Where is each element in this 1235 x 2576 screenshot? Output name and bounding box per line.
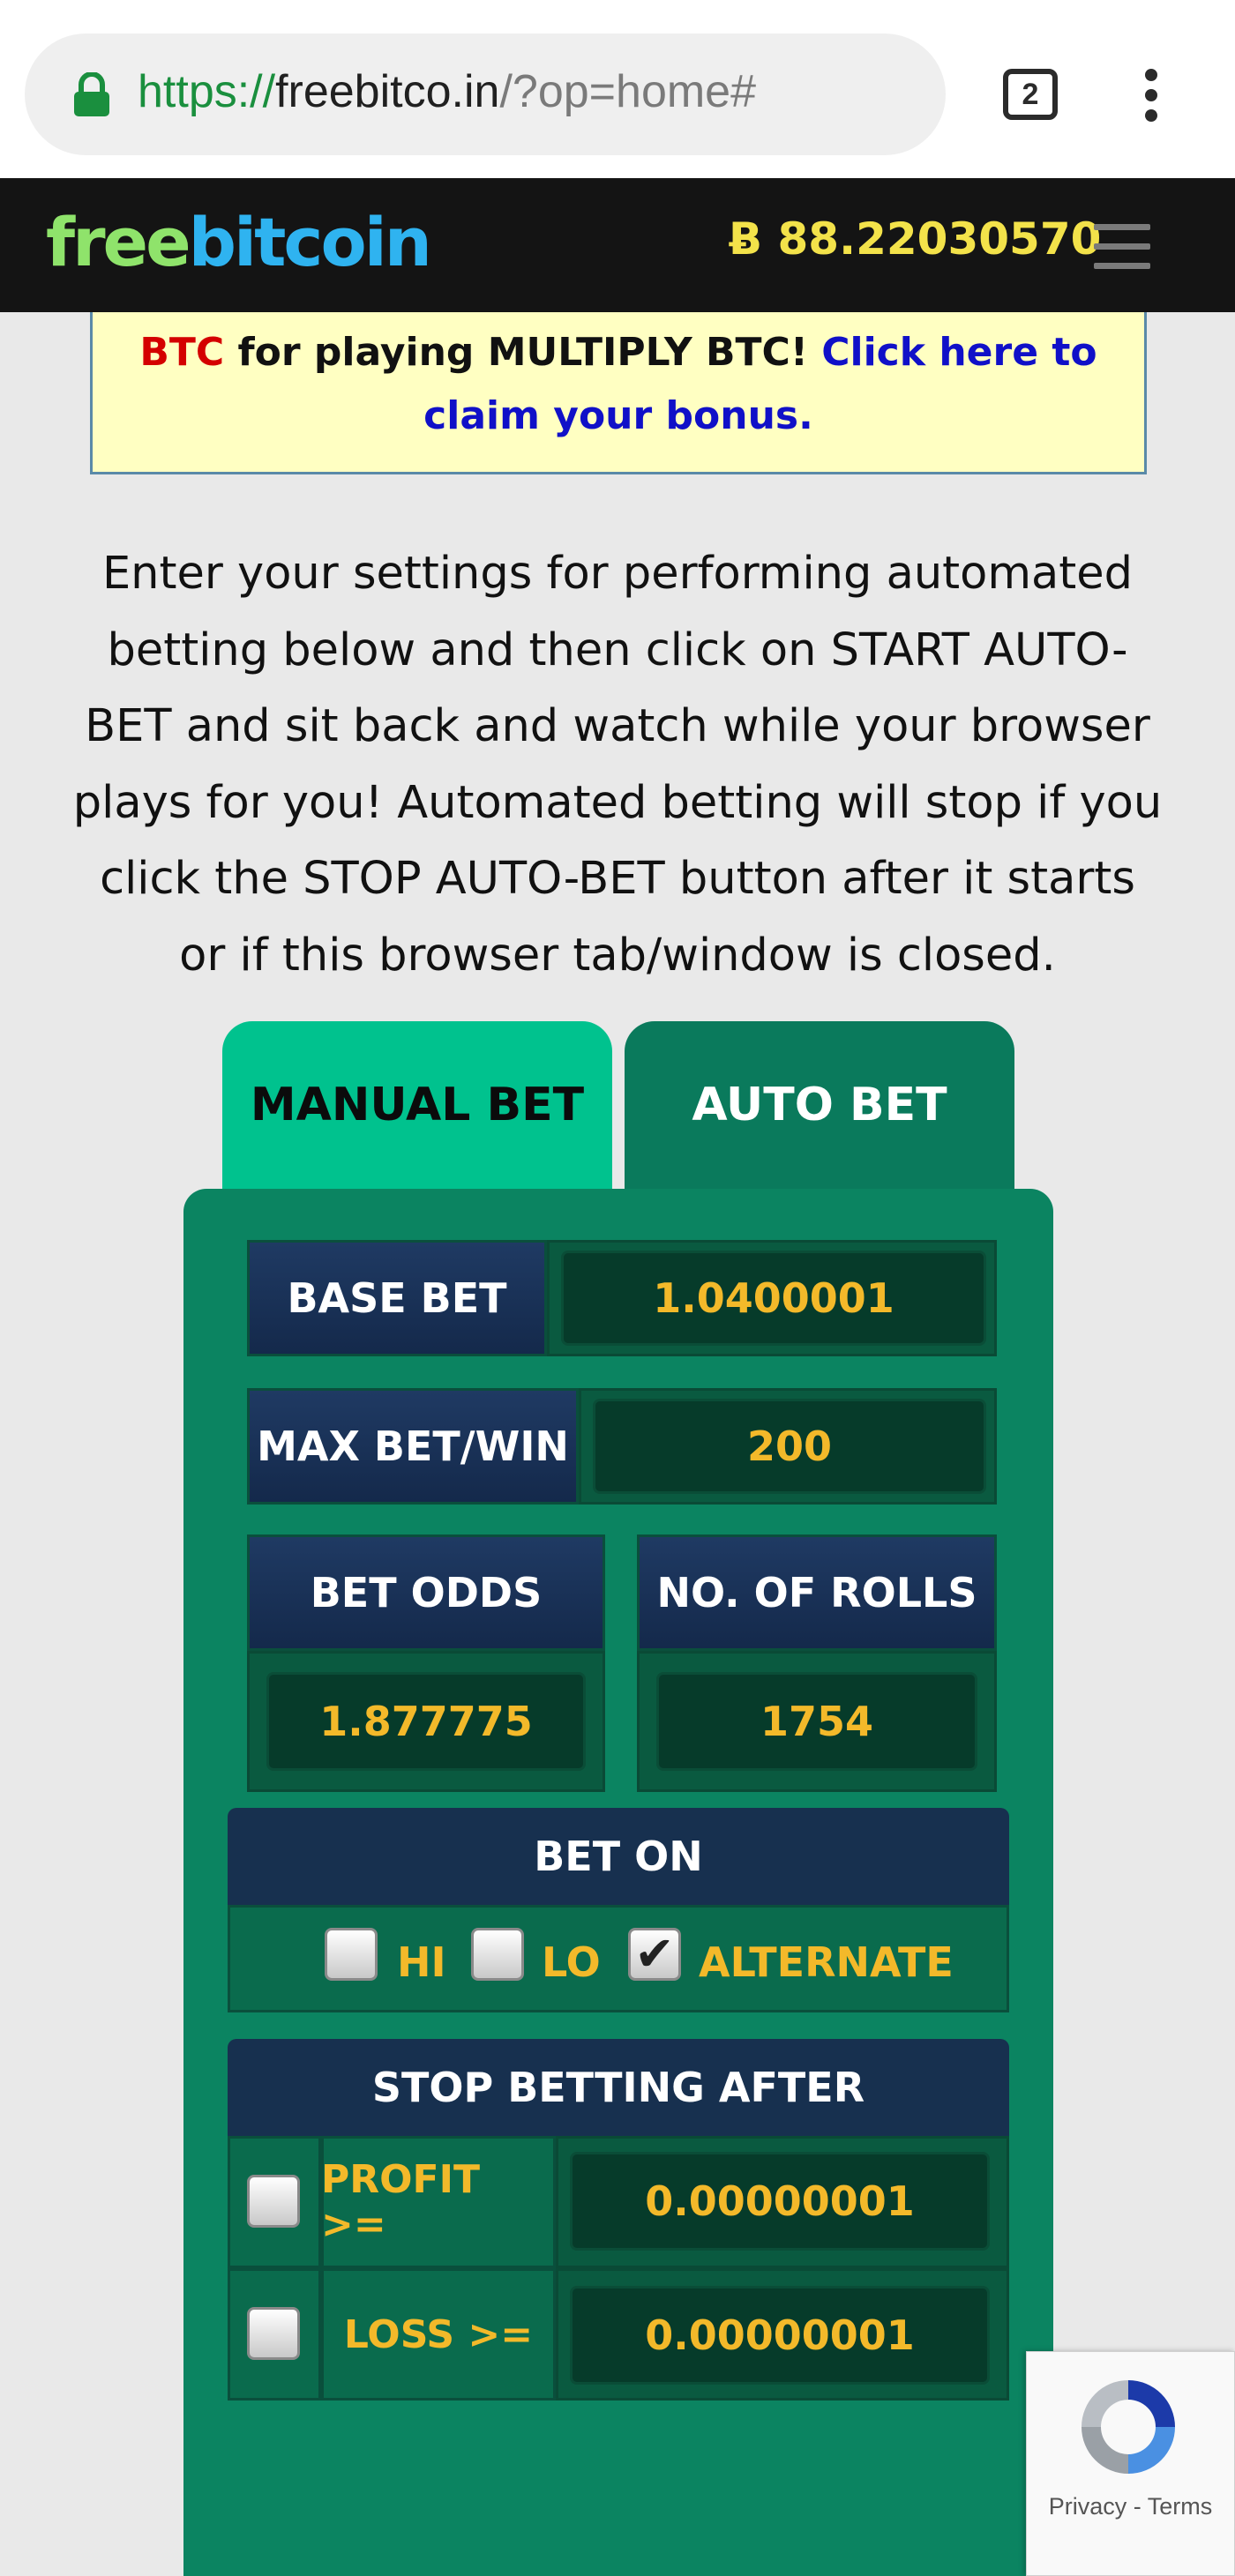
loss-label: LOSS >= bbox=[343, 2311, 534, 2357]
loss-checkbox[interactable] bbox=[247, 2307, 300, 2360]
stop-betting-header: STOP BETTING AFTER bbox=[228, 2039, 1009, 2136]
profit-checkbox[interactable] bbox=[247, 2175, 300, 2228]
tab-switcher-button[interactable]: 2 bbox=[1003, 69, 1058, 120]
bet-lo-checkbox[interactable] bbox=[471, 1928, 524, 1981]
menu-icon[interactable] bbox=[1094, 224, 1150, 270]
tab-manual-bet[interactable]: MANUAL BET bbox=[222, 1021, 612, 1189]
site-header: freebitcoin Ƀ 88.22030570 bbox=[0, 178, 1235, 312]
notice-text: for playing MULTIPLY BTC! bbox=[224, 330, 822, 375]
bet-odds-input[interactable]: 1.877775 bbox=[266, 1672, 586, 1771]
bet-on-header: BET ON bbox=[228, 1808, 1009, 1905]
more-options-icon[interactable] bbox=[1138, 69, 1164, 122]
browser-toolbar: https://freebitco.in/?op=home# 2 bbox=[0, 0, 1235, 178]
site-logo[interactable]: freebitcoin bbox=[46, 203, 432, 281]
bet-alternate-checkbox[interactable]: ✔ bbox=[628, 1928, 681, 1981]
notice-btc: BTC bbox=[139, 330, 225, 375]
recaptcha-icon bbox=[1082, 2380, 1175, 2474]
max-bet-label: MAX BET/WIN bbox=[247, 1388, 579, 1505]
bonus-notice: BTC for playing MULTIPLY BTC! Click here… bbox=[90, 312, 1147, 474]
bet-odds-label: BET ODDS bbox=[247, 1534, 605, 1651]
bet-lo-label: LO bbox=[542, 1938, 601, 1986]
rolls-input[interactable]: 1754 bbox=[656, 1672, 977, 1771]
address-bar[interactable]: https://freebitco.in/?op=home# bbox=[25, 34, 946, 155]
recaptcha-terms-link[interactable]: Privacy - Terms bbox=[1027, 2493, 1234, 2520]
profit-label: PROFIT >= bbox=[321, 2157, 480, 2247]
lock-icon bbox=[74, 72, 109, 116]
base-bet-input[interactable]: 1.0400001 bbox=[561, 1251, 986, 1346]
profit-input[interactable]: 0.00000001 bbox=[570, 2152, 990, 2251]
balance-display: Ƀ 88.22030570 bbox=[729, 213, 1102, 265]
bet-hi-checkbox[interactable] bbox=[325, 1928, 378, 1981]
bet-hi-label: HI bbox=[397, 1938, 446, 1986]
max-bet-input[interactable]: 200 bbox=[593, 1399, 986, 1494]
bet-alternate-label: ALTERNATE bbox=[699, 1938, 954, 1986]
recaptcha-badge[interactable]: Privacy - Terms bbox=[1026, 2351, 1235, 2576]
url-text: https://freebitco.in/?op=home# bbox=[138, 66, 757, 117]
loss-input[interactable]: 0.00000001 bbox=[570, 2286, 990, 2385]
autobet-description: Enter your settings for performing autom… bbox=[72, 548, 1163, 982]
checkmark-icon: ✔ bbox=[634, 1926, 675, 1982]
base-bet-label: BASE BET bbox=[247, 1240, 547, 1356]
tab-auto-bet[interactable]: AUTO BET bbox=[625, 1021, 1014, 1189]
rolls-label: NO. OF ROLLS bbox=[637, 1534, 997, 1651]
